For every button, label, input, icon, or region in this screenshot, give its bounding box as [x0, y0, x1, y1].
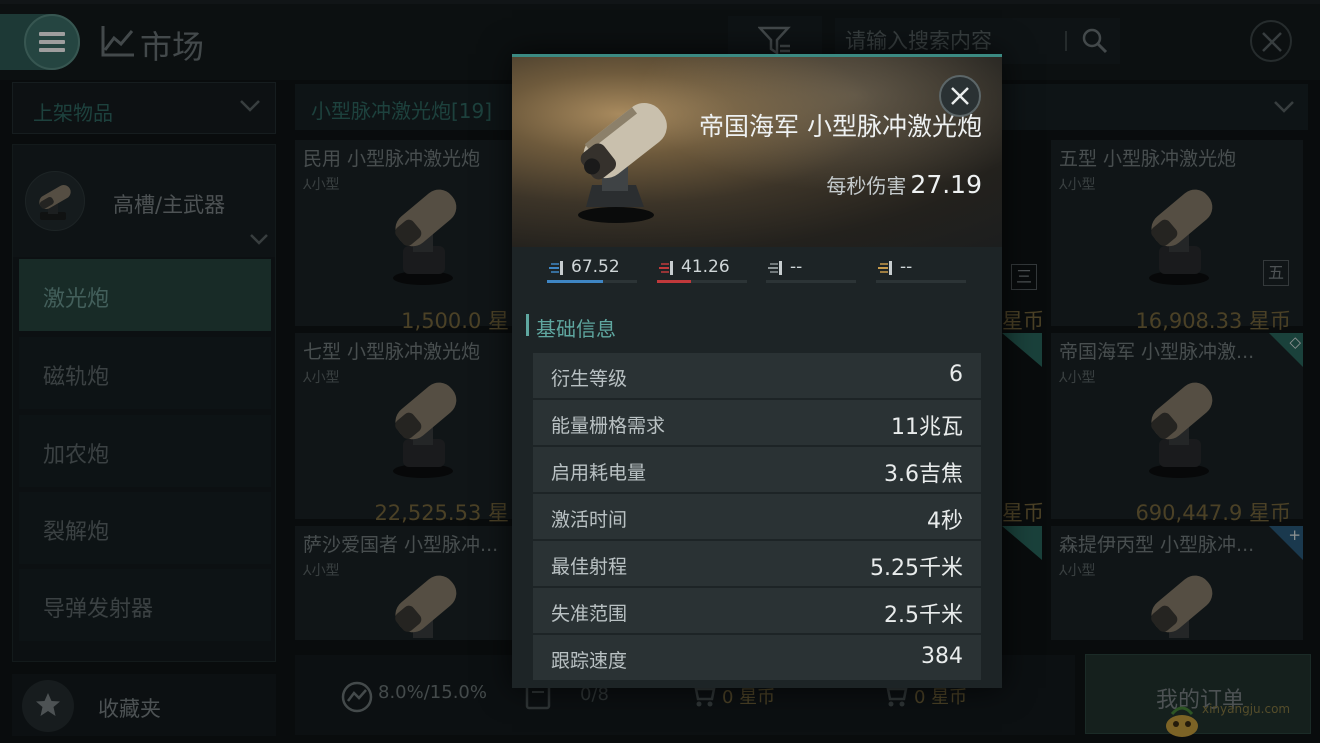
damage-explosive: --	[876, 255, 972, 285]
attribute-key: 失准范围	[551, 603, 628, 625]
item-title: 帝国海军 小型脉冲激光炮	[699, 112, 982, 141]
modal-close-button[interactable]	[939, 75, 981, 117]
turret-icon	[578, 102, 667, 223]
attribute-key: 跟踪速度	[551, 650, 628, 672]
dps-label: 每秒伤害	[826, 174, 907, 198]
em-damage-icon	[549, 261, 563, 275]
damage-kinetic: --	[766, 255, 862, 285]
dps-value: 27.19	[910, 170, 982, 199]
attribute-value: 5.25千米	[870, 556, 963, 581]
attribute-row: 启用耗电量 3.6吉焦	[533, 447, 981, 492]
attribute-value: 384	[921, 644, 963, 669]
damage-bar-fill	[547, 280, 603, 283]
attribute-row: 最佳射程 5.25千米	[533, 541, 981, 586]
section-title: 基础信息	[526, 313, 616, 342]
explosive-damage-icon	[878, 261, 892, 275]
dps-readout: 每秒伤害 27.19	[742, 170, 982, 199]
attribute-row: 失准范围 2.5千米	[533, 588, 981, 633]
damage-bar	[657, 280, 747, 283]
attribute-key: 启用耗电量	[551, 462, 647, 484]
attribute-value: 2.5千米	[884, 603, 963, 628]
item-detail-modal: 帝国海军 小型脉冲激光炮 每秒伤害 27.19 67.52 41.26 -- --…	[512, 54, 1002, 688]
damage-value: --	[790, 257, 803, 277]
attribute-value: 4秒	[927, 509, 963, 534]
damage-bar	[547, 280, 637, 283]
attribute-value: 6	[949, 362, 963, 387]
damage-value: 67.52	[571, 257, 620, 277]
attribute-key: 激活时间	[551, 509, 628, 531]
damage-em: 67.52	[547, 255, 643, 285]
attribute-key: 能量栅格需求	[551, 415, 666, 437]
damage-value: --	[900, 257, 913, 277]
damage-thermal: 41.26	[657, 255, 753, 285]
attribute-row: 衍生等级 6	[533, 353, 981, 398]
attribute-key: 衍生等级	[551, 368, 628, 390]
attribute-key: 最佳射程	[551, 556, 628, 578]
damage-bar-fill	[657, 280, 692, 283]
close-icon	[951, 87, 969, 105]
attribute-value: 11兆瓦	[891, 415, 963, 440]
attribute-row: 能量栅格需求 11兆瓦	[533, 400, 981, 445]
attribute-row: 跟踪速度 384	[533, 635, 981, 680]
thermal-damage-icon	[659, 261, 673, 275]
damage-value: 41.26	[681, 257, 730, 277]
attribute-value: 3.6吉焦	[884, 462, 963, 487]
damage-bar	[766, 280, 856, 283]
attribute-row: 激活时间 4秒	[533, 494, 981, 539]
damage-bar	[876, 280, 966, 283]
kinetic-damage-icon	[768, 261, 782, 275]
